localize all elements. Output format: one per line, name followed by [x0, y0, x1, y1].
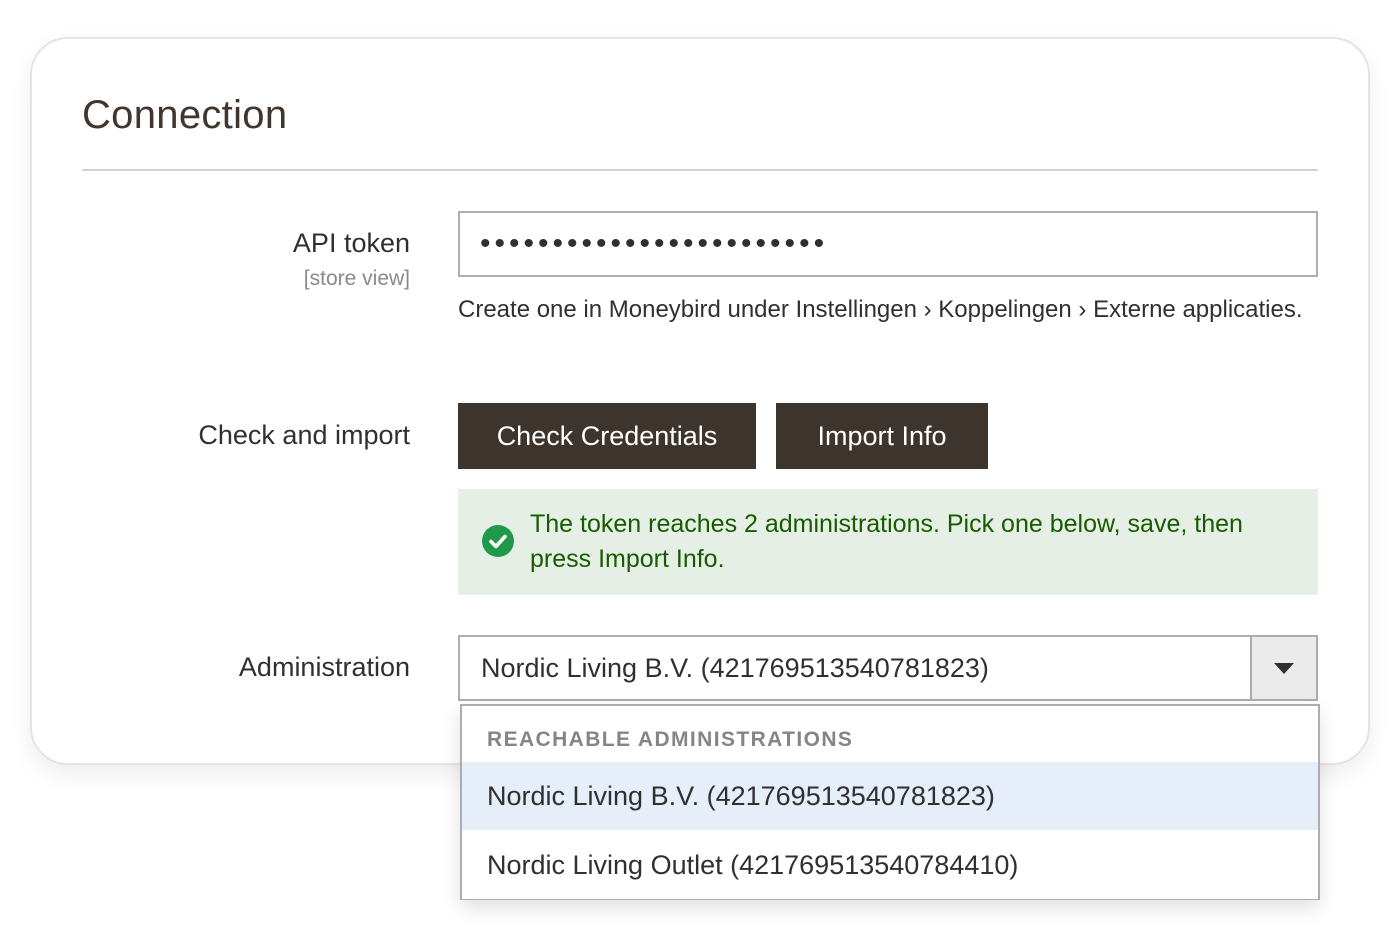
- administration-option[interactable]: Nordic Living Outlet (421769513540784410…: [462, 831, 1318, 899]
- api-token-note: Create one in Moneybird under Instelling…: [458, 296, 1303, 323]
- dropdown-group-header: REACHABLE ADMINISTRATIONS: [487, 728, 854, 751]
- administration-select[interactable]: Nordic Living B.V. (421769513540781823): [458, 635, 1318, 701]
- section-divider: [82, 169, 1318, 171]
- chevron-down-icon: [1274, 663, 1294, 674]
- import-info-button[interactable]: Import Info: [776, 403, 988, 469]
- check-credentials-button[interactable]: Check Credentials: [458, 403, 756, 469]
- api-token-scope: [store view]: [303, 267, 410, 290]
- dropdown-toggle[interactable]: [1250, 637, 1316, 699]
- administration-label: Administration: [238, 652, 410, 682]
- section-title: Connection: [82, 93, 288, 137]
- administration-selected-value: Nordic Living B.V. (421769513540781823): [481, 653, 989, 683]
- api-token-input[interactable]: [458, 211, 1318, 277]
- check-circle-icon: [482, 525, 514, 557]
- administration-dropdown: REACHABLE ADMINISTRATIONS Nordic Living …: [460, 704, 1320, 900]
- check-import-label: Check and import: [198, 420, 410, 450]
- success-message-text: The token reaches 2 administrations. Pic…: [530, 510, 1243, 573]
- success-message: The token reaches 2 administrations. Pic…: [458, 489, 1318, 595]
- api-token-label: API token: [292, 228, 410, 258]
- administration-option[interactable]: Nordic Living B.V. (421769513540781823): [462, 762, 1318, 830]
